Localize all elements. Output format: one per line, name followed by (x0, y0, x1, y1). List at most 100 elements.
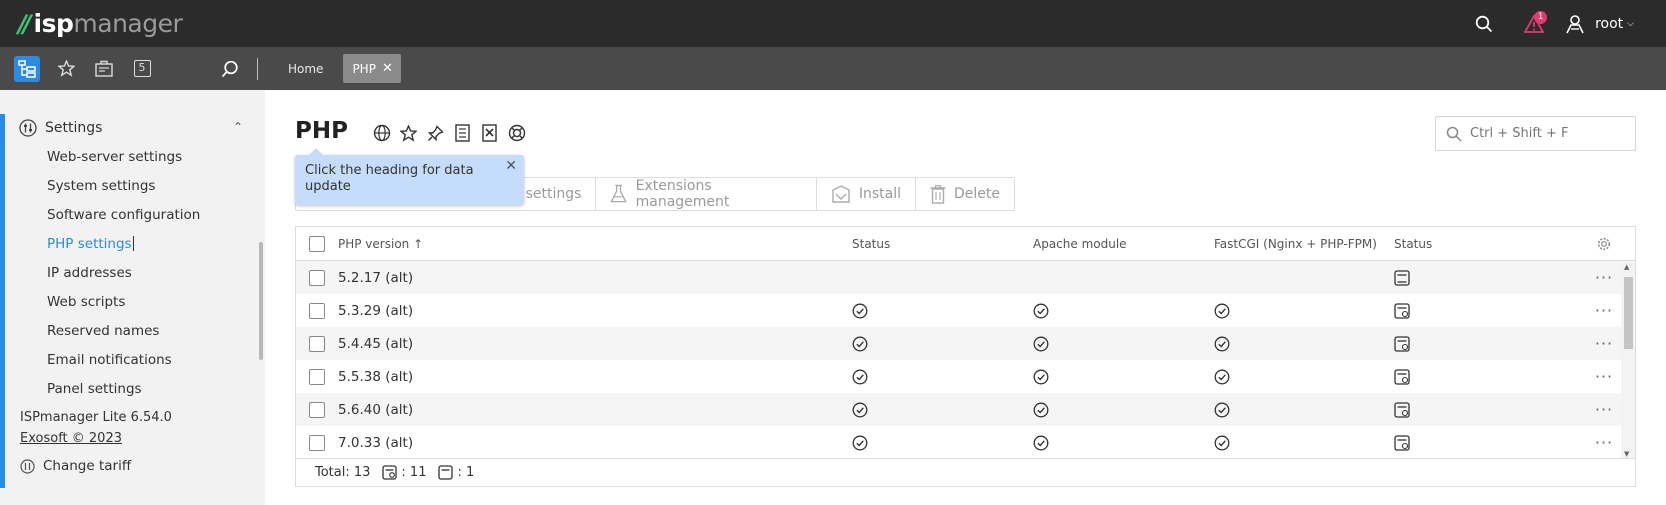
row-checkbox[interactable] (309, 269, 325, 286)
status2-cell (1394, 302, 1584, 319)
php-versions-table: PHP version ↑ Status Apache module FastC… (295, 226, 1636, 487)
row-checkbox[interactable] (309, 368, 325, 385)
configured-status-icon (1394, 335, 1410, 352)
sidebar-section-label: Settings (45, 120, 103, 136)
configured-status-icon (1394, 434, 1410, 451)
star-icon[interactable] (395, 123, 422, 143)
page-title[interactable]: PHP (295, 118, 348, 144)
sidebar-item-software-configuration[interactable]: Software configuration (5, 200, 265, 229)
table-row[interactable]: 5.6.40 (alt) ··· (296, 393, 1635, 426)
briefcase-icon (95, 60, 113, 77)
column-header-status-2[interactable]: Status (1394, 237, 1584, 251)
table-header: PHP version ↑ Status Apache module FastC… (296, 227, 1635, 261)
chevron-up-icon[interactable]: ⌃ (233, 120, 243, 134)
notifications-icon[interactable]: 1 (1519, 9, 1549, 39)
sidebar-item-php-settings-label: PHP settings (47, 235, 132, 252)
tab-php[interactable]: PHP ✕ (343, 54, 401, 83)
row-checkbox[interactable] (309, 434, 325, 451)
configured-status-icon (1394, 401, 1410, 418)
check-circle-icon (1214, 303, 1230, 319)
calendar-button[interactable]: 5 (129, 56, 155, 82)
table-row[interactable]: 5.2.17 (alt) ··· (296, 261, 1635, 294)
sidebar-item-web-scripts[interactable]: Web scripts (5, 287, 265, 316)
table-row[interactable]: 5.4.45 (alt) ··· (296, 327, 1635, 360)
delete-button[interactable]: Delete (916, 178, 1014, 210)
breadcrumb-home[interactable]: Home (278, 56, 333, 82)
column-header-apache-module[interactable]: Apache module (1033, 237, 1214, 251)
sidebar-scrollbar[interactable] (259, 242, 263, 360)
quick-search[interactable] (1435, 116, 1636, 151)
sidebar-section-settings[interactable]: Settings ⌃ (5, 114, 265, 142)
tab-php-label: PHP (352, 61, 376, 76)
table-scrollbar[interactable]: ▲ ▼ (1621, 261, 1635, 459)
excel-export-icon[interactable] (476, 123, 503, 143)
document-list-icon[interactable] (449, 123, 476, 143)
status-cell (852, 369, 1033, 385)
scrollbar-thumb[interactable] (1624, 277, 1633, 349)
fastcgi-cell (1214, 435, 1394, 451)
sidebar-item-email-notifications[interactable]: Email notifications (5, 345, 265, 374)
sidebar-item-system-settings[interactable]: System settings (5, 171, 265, 200)
sidebar-item-php-settings[interactable]: PHP settings (5, 229, 265, 258)
check-circle-icon (1033, 402, 1049, 418)
table-row[interactable]: 5.3.29 (alt) ··· (296, 294, 1635, 327)
row-menu-icon[interactable]: ··· (1595, 367, 1613, 386)
status-cell (852, 435, 1033, 451)
fastcgi-cell (1214, 336, 1394, 352)
logo[interactable]: // isp manager (18, 0, 183, 47)
close-icon[interactable]: ✕ (382, 61, 393, 76)
trash-icon (930, 184, 946, 204)
sidebar-item-panel-settings[interactable]: Panel settings (5, 374, 265, 403)
row-checkbox[interactable] (309, 335, 325, 352)
scroll-down-icon[interactable]: ▼ (1624, 450, 1629, 458)
notification-count-badge: 1 (1534, 10, 1548, 24)
sidebar-item-ip-addresses[interactable]: IP addresses (5, 258, 265, 287)
favorites-button[interactable] (53, 56, 79, 82)
select-all-checkbox[interactable] (309, 235, 325, 252)
scroll-up-icon[interactable]: ▲ (1624, 263, 1629, 271)
calendar-day-icon: 5 (133, 60, 151, 77)
extensions-management-button[interactable]: Extensions management (596, 178, 817, 210)
pin-icon[interactable] (422, 123, 449, 143)
check-circle-icon (1033, 336, 1049, 352)
total-count: Total: 13 (315, 465, 371, 480)
logo-isp: isp (33, 9, 74, 38)
menu-search-button[interactable] (217, 56, 243, 82)
column-header-php-version-label: PHP version (338, 236, 410, 251)
plain-count-value: : 1 (457, 465, 475, 480)
table-body: 5.2.17 (alt) ··· 5.3.29 (alt) ··· 5.4.45 (al… (296, 261, 1635, 460)
plain-count: : 1 (438, 465, 474, 480)
close-icon[interactable]: ✕ (505, 158, 517, 174)
help-lifebuoy-icon[interactable] (503, 123, 530, 143)
quick-search-input[interactable] (1470, 126, 1630, 141)
status2-cell (1394, 269, 1584, 286)
table-row[interactable]: 5.5.38 (alt) ··· (296, 360, 1635, 393)
install-button[interactable]: Install (817, 178, 916, 210)
row-menu-icon[interactable]: ··· (1595, 268, 1613, 287)
sidebar-item-reserved-names[interactable]: Reserved names (5, 316, 265, 345)
row-menu-icon[interactable]: ··· (1595, 301, 1613, 320)
row-menu-icon[interactable]: ··· (1595, 334, 1613, 353)
column-header-fastcgi[interactable]: FastCGI (Nginx + PHP-FPM) (1214, 237, 1394, 251)
menu-tree-button[interactable] (14, 55, 40, 82)
column-header-status[interactable]: Status (852, 237, 1033, 251)
user-menu[interactable]: root ⌵ (1565, 14, 1634, 34)
change-tariff-link[interactable]: Change tariff (20, 458, 265, 474)
global-search-icon[interactable] (1469, 9, 1499, 39)
row-menu-icon[interactable]: ··· (1595, 400, 1613, 419)
chevron-down-icon: ⌵ (1627, 18, 1634, 29)
row-checkbox[interactable] (309, 401, 325, 418)
copyright-link[interactable]: Exosoft © 2023 (20, 431, 265, 446)
sidebar-item-web-server-settings[interactable]: Web-server settings (5, 142, 265, 171)
table-settings-gear-icon[interactable] (1584, 237, 1624, 251)
column-header-php-version[interactable]: PHP version ↑ (338, 237, 852, 251)
globe-settings-icon[interactable] (368, 123, 395, 143)
sidebar: Settings ⌃ Web-server settings System se… (0, 90, 265, 505)
check-circle-icon (1214, 402, 1230, 418)
row-checkbox[interactable] (309, 302, 325, 319)
install-icon (832, 185, 850, 203)
row-menu-icon[interactable]: ··· (1595, 433, 1613, 452)
title-actions (368, 123, 530, 143)
table-row[interactable]: 7.0.33 (alt) ··· (296, 426, 1635, 459)
dashboard-button[interactable] (91, 56, 117, 82)
